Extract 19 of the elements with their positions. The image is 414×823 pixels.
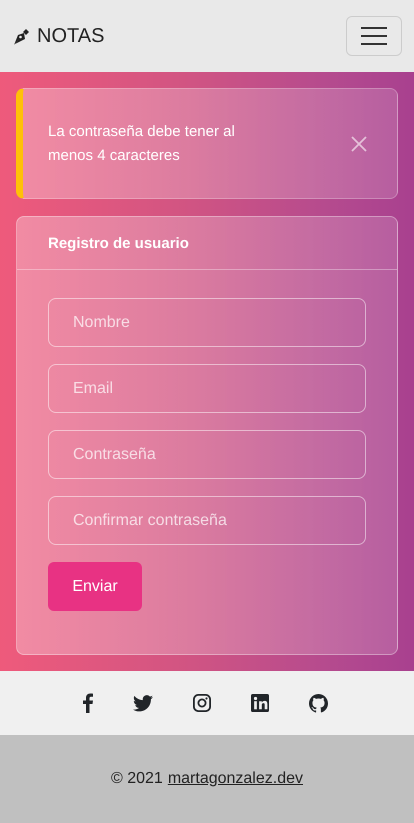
alert-message: La contraseña debe tener al menos 4 caracteres xyxy=(48,122,236,166)
menu-icon xyxy=(361,26,387,46)
close-icon xyxy=(351,136,367,152)
input-field[interactable]: Email xyxy=(48,364,366,413)
input-field[interactable]: Contraseña xyxy=(48,430,366,479)
bird-icon[interactable] xyxy=(132,694,152,712)
form-title: Registro de usuario xyxy=(48,234,189,252)
facebook-icon[interactable] xyxy=(82,693,92,713)
website-link[interactable]: martagonzalez.dev xyxy=(168,770,303,788)
pen-nib-icon xyxy=(12,26,32,46)
github-icon[interactable] xyxy=(308,694,328,712)
submit-button[interactable]: Enviar xyxy=(48,562,142,611)
input-field[interactable]: Confirmar contraseña xyxy=(48,496,366,545)
input-field[interactable]: Nombre xyxy=(48,298,366,347)
copyright-text: © 2021 xyxy=(110,770,163,788)
camera-icon[interactable] xyxy=(192,694,210,712)
linkedin-icon[interactable] xyxy=(250,694,268,712)
menu-button[interactable] xyxy=(346,16,402,56)
brand-name[interactable]: NOTAS xyxy=(37,24,104,48)
